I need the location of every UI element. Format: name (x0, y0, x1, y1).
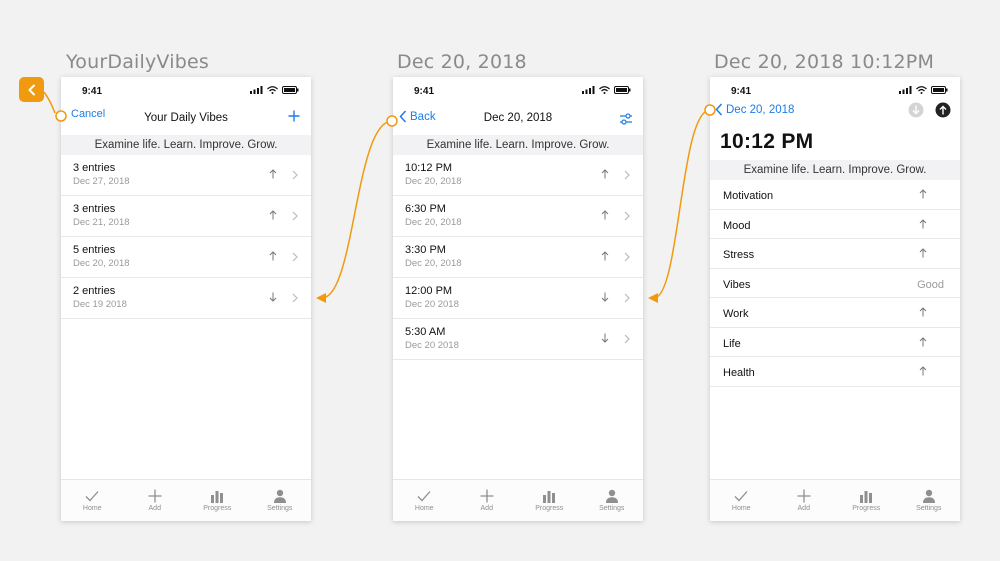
flow-arrows (43, 91, 716, 303)
flow-arrow-back-to-day (648, 104, 716, 303)
flow-arrow-cancel (43, 91, 67, 122)
flow-arrow-back-to-home (316, 115, 398, 303)
